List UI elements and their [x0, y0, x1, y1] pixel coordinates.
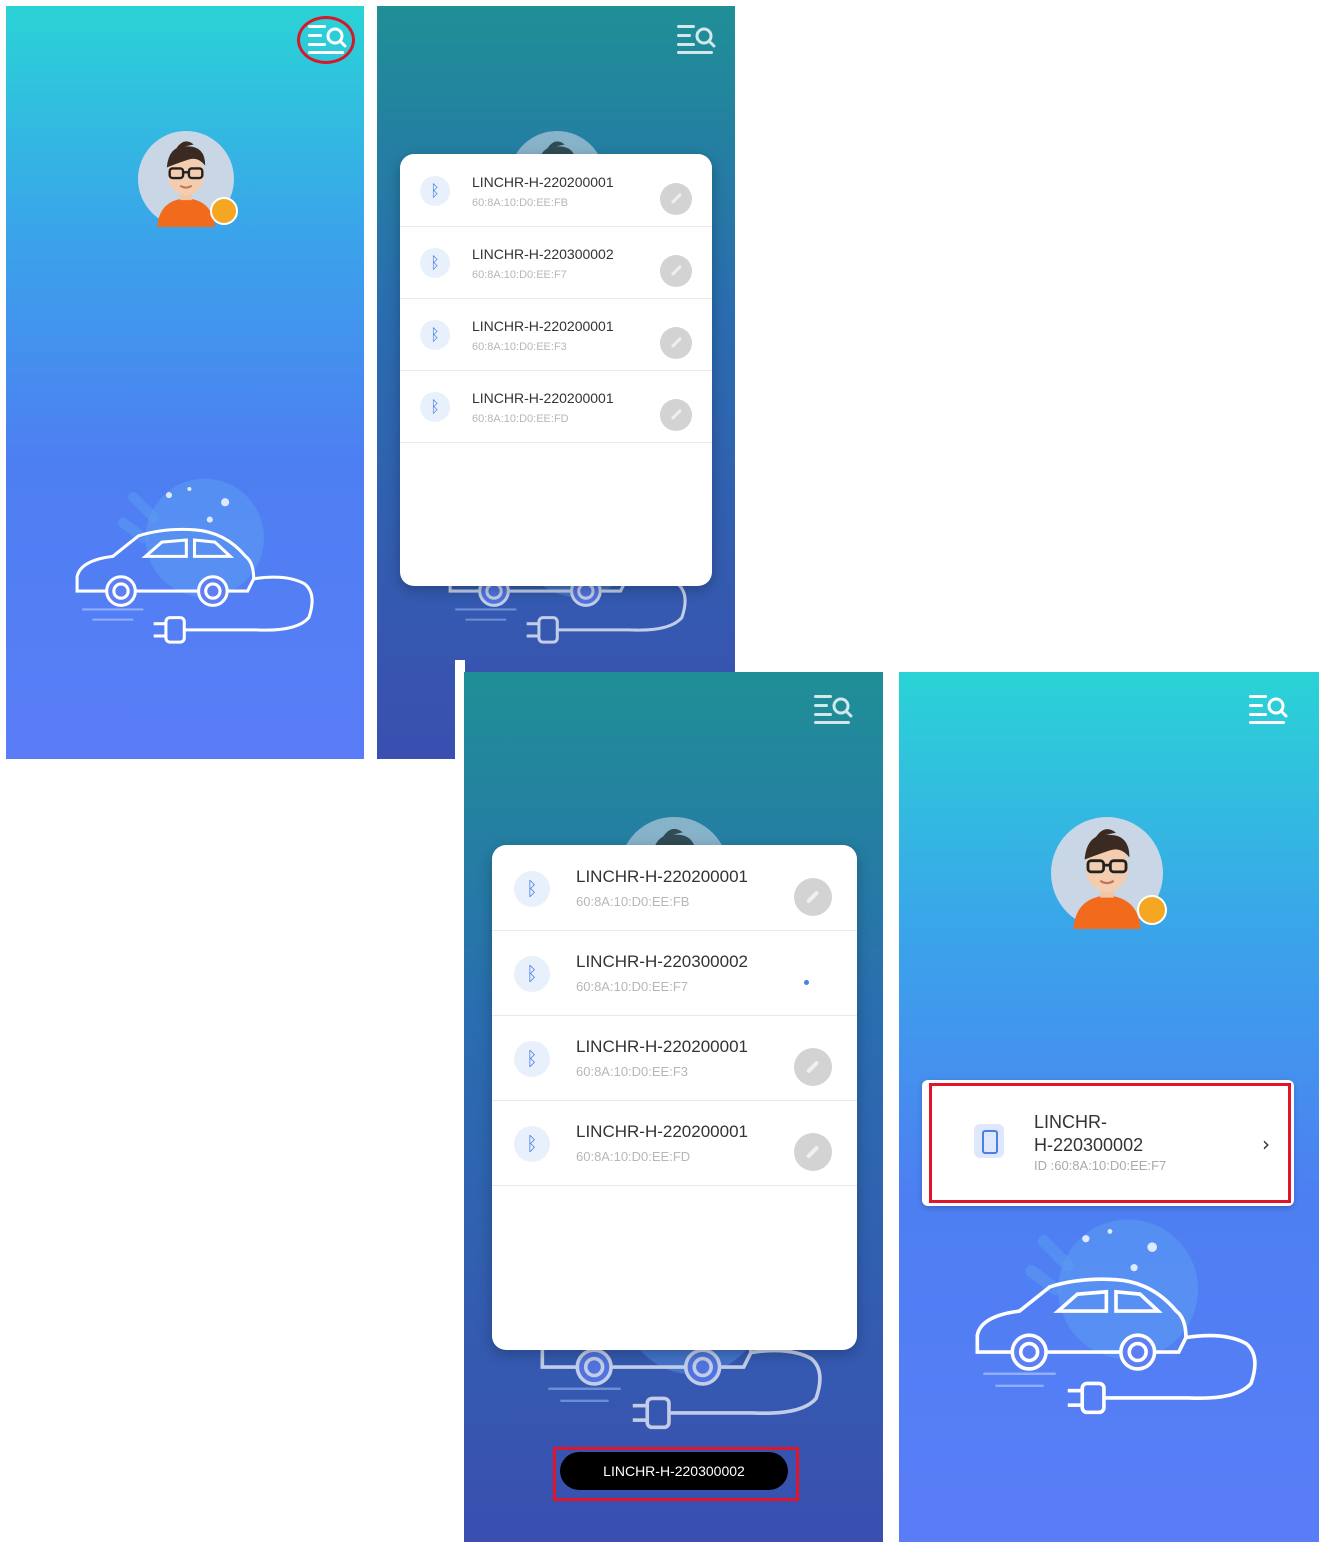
device-name: LINCHR-H-220300002 [472, 246, 614, 262]
car-charging-illustration [971, 1217, 1261, 1422]
device-mac: 60:8A:10:D0:EE:F3 [472, 341, 567, 353]
device-mac: 60:8A:10:D0:EE:F7 [576, 979, 689, 994]
link-icon[interactable] [660, 255, 692, 287]
device-name: LINCHR-H-220200001 [576, 867, 748, 886]
device-name: LINCHR-H-220200001 [472, 318, 614, 334]
device-mac: 60:8A:10:D0:EE:F3 [576, 1064, 689, 1079]
menu-search-icon[interactable] [812, 690, 854, 726]
device-connecting-screen: ᛒ LINCHR-H-220200001 60:8A:10:D0:EE:FB ᛒ… [464, 672, 883, 1542]
device-name: LINCHR-H-220200001 [472, 174, 614, 190]
link-icon[interactable] [660, 399, 692, 431]
device-row[interactable]: ᛒ LINCHR-H-220200001 60:8A:10:D0:EE:FD [400, 370, 712, 443]
menu-search-icon[interactable] [1247, 690, 1289, 726]
device-name: LINCHR-H-220200001 [472, 390, 614, 406]
bluetooth-icon: ᛒ [420, 320, 450, 350]
device-row[interactable]: ᛒ LINCHR-H-220200001 60:8A:10:D0:EE:F3 [400, 298, 712, 371]
link-icon[interactable] [794, 878, 832, 916]
avatar[interactable] [1051, 817, 1167, 929]
edit-badge-icon[interactable] [1137, 895, 1167, 925]
menu-search-icon[interactable] [675, 20, 717, 56]
device-scan-screen: ᛒ LINCHR-H-220200001 60:8A:10:D0:EE:FB ᛒ… [377, 6, 735, 759]
device-mac: 60:8A:10:D0:EE:FB [472, 197, 568, 209]
highlight-box [553, 1447, 799, 1501]
car-charging-illustration [72, 476, 317, 651]
bluetooth-icon: ᛒ [514, 1041, 550, 1077]
edit-badge-icon[interactable] [210, 197, 238, 225]
device-row[interactable]: ᛒ LINCHR-H-220200001 60:8A:10:D0:EE:FB [492, 845, 857, 931]
device-name: LINCHR-H-220200001 [576, 1122, 748, 1141]
device-mac: 60:8A:10:D0:EE:FD [576, 1149, 691, 1164]
bluetooth-icon: ᛒ [514, 1126, 550, 1162]
device-mac: 60:8A:10:D0:EE:F7 [472, 269, 567, 281]
device-name: LINCHR-H-220200001 [576, 1037, 748, 1056]
bluetooth-icon: ᛒ [420, 248, 450, 278]
device-mac: 60:8A:10:D0:EE:FD [472, 413, 569, 425]
link-icon[interactable] [660, 327, 692, 359]
device-list-dialog: ᛒ LINCHR-H-220200001 60:8A:10:D0:EE:FB ᛒ… [492, 845, 857, 1350]
bluetooth-icon: ᛒ [514, 956, 550, 992]
highlight-circle [297, 16, 355, 64]
loading-indicator [804, 980, 809, 985]
device-row[interactable]: ᛒ LINCHR-H-220200001 60:8A:10:D0:EE:FD [492, 1100, 857, 1186]
link-icon[interactable] [660, 183, 692, 215]
device-row[interactable]: ᛒ LINCHR-H-220200001 60:8A:10:D0:EE:F3 [492, 1015, 857, 1101]
link-icon[interactable] [794, 1048, 832, 1086]
bluetooth-icon: ᛒ [420, 392, 450, 422]
home-screen-initial [6, 6, 364, 759]
avatar[interactable] [138, 131, 238, 227]
device-mac: 60:8A:10:D0:EE:FB [576, 894, 690, 909]
link-icon[interactable] [794, 1133, 832, 1171]
highlight-box [929, 1083, 1291, 1203]
device-row[interactable]: ᛒ LINCHR-H-220300002 60:8A:10:D0:EE:F7 [400, 226, 712, 299]
bluetooth-icon: ᛒ [514, 871, 550, 907]
device-name: LINCHR-H-220300002 [576, 952, 748, 971]
bluetooth-icon: ᛒ [420, 176, 450, 206]
device-row[interactable]: ᛒ LINCHR-H-220200001 60:8A:10:D0:EE:FB [400, 154, 712, 227]
device-row[interactable]: ᛒ LINCHR-H-220300002 60:8A:10:D0:EE:F7 [492, 930, 857, 1016]
device-list-dialog: ᛒ LINCHR-H-220200001 60:8A:10:D0:EE:FB ᛒ… [400, 154, 712, 586]
